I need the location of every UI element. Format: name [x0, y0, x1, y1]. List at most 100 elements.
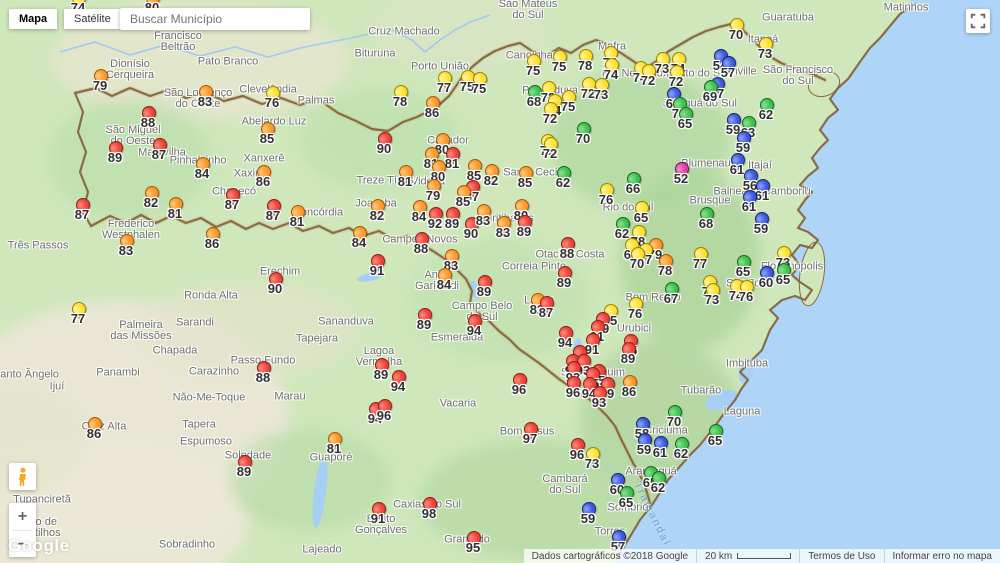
fullscreen-button[interactable] [966, 9, 990, 33]
marker-value: 85 [456, 194, 470, 209]
marker-value: 70 [630, 256, 644, 271]
marker-value: 62 [759, 107, 773, 122]
marker-value: 83 [496, 225, 510, 240]
marker-value: 73 [585, 456, 599, 471]
marker-value: 97 [523, 431, 537, 446]
fullscreen-icon [969, 12, 987, 30]
marker-value: 81 [327, 441, 341, 456]
map-type-button-map[interactable]: Mapa [9, 9, 57, 29]
marker-value: 68 [699, 216, 713, 231]
marker-value: 72 [543, 111, 557, 126]
marker-value: 76 [739, 289, 753, 304]
marker-value: 96 [512, 382, 526, 397]
marker-value: 85 [518, 175, 532, 190]
marker-value: 75 [526, 63, 540, 78]
marker-value: 57 [721, 65, 735, 80]
marker-value: 96 [570, 447, 584, 462]
marker-value: 65 [634, 210, 648, 225]
marker-value: 86 [256, 174, 270, 189]
map-scale: 20 km [696, 549, 799, 563]
municipality-search-box [120, 8, 310, 30]
marker-value: 62 [651, 480, 665, 495]
marker-value: 62 [556, 175, 570, 190]
marker-value: 78 [393, 94, 407, 109]
pegman-icon [15, 467, 31, 487]
marker-value: 88 [141, 115, 155, 130]
marker-value: 89 [557, 275, 571, 290]
marker-value: 72 [543, 146, 557, 161]
marker-value: 87 [75, 207, 89, 222]
marker-value: 91 [370, 263, 384, 278]
scale-bar [737, 553, 791, 559]
marker-value: 91 [371, 511, 385, 526]
pegman-button[interactable] [9, 463, 36, 490]
marker-value: 81 [445, 156, 459, 171]
marker-value: 69 [703, 89, 717, 104]
marker-value: 66 [626, 181, 640, 196]
marker-value: 81 [398, 174, 412, 189]
marker-value: 76 [599, 192, 613, 207]
search-input[interactable] [128, 11, 308, 27]
attribution-text: Dados cartográficos ©2018 Google [524, 549, 696, 563]
marker-value: 65 [736, 264, 750, 279]
marker-value: 67 [664, 291, 678, 306]
marker-value: 88 [414, 241, 428, 256]
marker-value: 85 [260, 131, 274, 146]
marker-value: 73 [705, 292, 719, 307]
marker-value: 72 [641, 73, 655, 88]
marker-value: 81 [168, 206, 182, 221]
marker-value: 89 [445, 216, 459, 231]
marker-value: 82 [370, 208, 384, 223]
marker-value: 89 [517, 224, 531, 239]
marker-value: 83 [198, 94, 212, 109]
marker-value: 98 [422, 506, 436, 521]
report-error-link[interactable]: Informar erro no mapa [884, 549, 1000, 563]
marker-value: 94 [391, 379, 405, 394]
marker-value: 78 [658, 263, 672, 278]
marker-value: 86 [425, 105, 439, 120]
marker-value: 75 [552, 59, 566, 74]
marker-value: 70 [576, 131, 590, 146]
marker-value: 89 [108, 150, 122, 165]
zoom-in-button[interactable]: + [9, 503, 36, 530]
marker-value: 59 [581, 511, 595, 526]
marker-value: 75 [472, 81, 486, 96]
marker-value: 93 [592, 395, 606, 410]
marker-value: 88 [256, 370, 270, 385]
marker-value: 77 [437, 80, 451, 95]
marker-value: 65 [776, 272, 790, 287]
marker-layer: 7480798889878482818783778376858687878186… [0, 0, 1000, 563]
marker-value: 83 [119, 243, 133, 258]
marker-value: 86 [205, 236, 219, 251]
marker-value: 73 [594, 87, 608, 102]
marker-value: 75 [561, 99, 575, 114]
map-type-button-satellite[interactable]: Satélite [64, 9, 121, 29]
marker-value: 59 [637, 442, 651, 457]
marker-value: 70 [667, 414, 681, 429]
marker-value: 89 [417, 317, 431, 332]
marker-value: 86 [87, 426, 101, 441]
marker-value: 77 [693, 256, 707, 271]
marker-value: 90 [377, 141, 391, 156]
marker-value: 73 [758, 46, 772, 61]
terms-of-use-link[interactable]: Termos de Uso [799, 549, 883, 563]
marker-value: 96 [566, 385, 580, 400]
marker-value: 65 [678, 116, 692, 131]
marker-value: 76 [628, 306, 642, 321]
marker-value: 88 [560, 246, 574, 261]
marker-value: 87 [152, 147, 166, 162]
marker-value: 92 [428, 216, 442, 231]
marker-value: 59 [754, 221, 768, 236]
marker-value: 84 [352, 235, 366, 250]
marker-value: 87 [225, 197, 239, 212]
marker-value: 84 [437, 277, 451, 292]
google-logo[interactable]: Google [8, 536, 70, 556]
marker-value: 87 [266, 208, 280, 223]
marker-value: 76 [265, 95, 279, 110]
marker-value: 84 [412, 209, 426, 224]
marker-value: 61 [742, 199, 756, 214]
marker-value: 78 [578, 58, 592, 73]
marker-value: 86 [622, 384, 636, 399]
marker-value: 70 [729, 27, 743, 42]
marker-value: 73 [655, 61, 669, 76]
